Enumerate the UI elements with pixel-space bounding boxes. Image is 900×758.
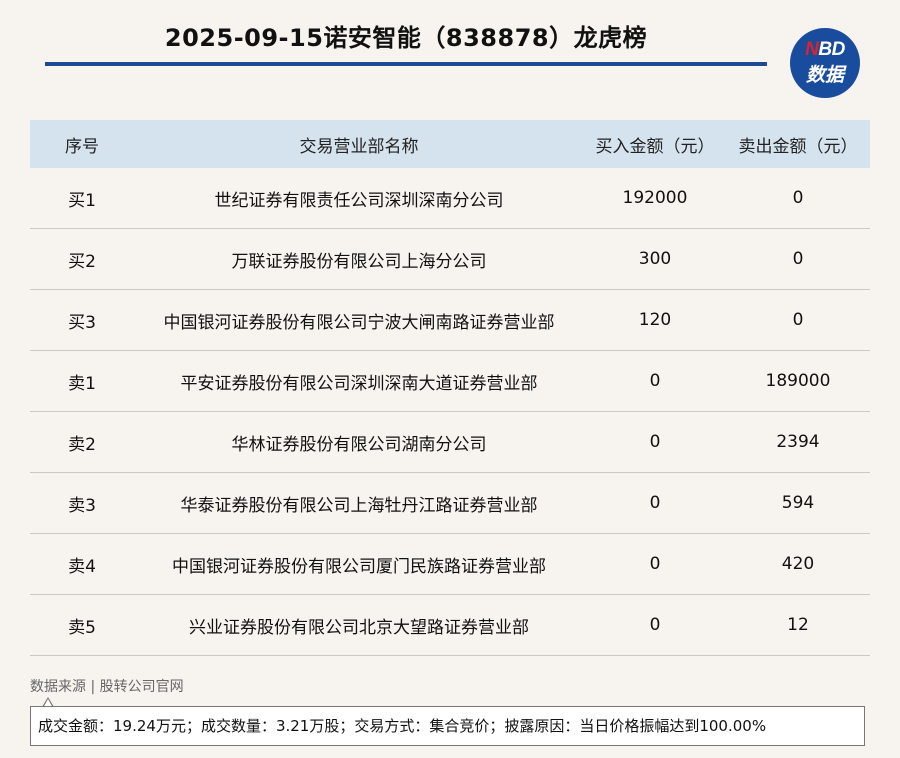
row-buy-amount: 0 — [584, 594, 726, 656]
title-underline — [45, 62, 767, 66]
trade-summary-note: 成交金额：19.24万元；成交数量：3.21万股；交易方式：集合竞价；披露原因：… — [30, 706, 865, 746]
row-branch-name: 世纪证券有限责任公司深圳深南分公司 — [134, 168, 584, 229]
row-buy-amount: 120 — [584, 289, 726, 351]
row-branch-name: 平安证券股份有限公司深圳深南大道证券营业部 — [134, 350, 584, 412]
logo-bottom-text: 数据 — [805, 65, 844, 86]
row-sell-amount: 0 — [726, 168, 870, 229]
row-index: 买2 — [30, 228, 134, 290]
row-sell-amount: 0 — [726, 289, 870, 351]
dragon-tiger-table: 序号 交易营业部名称 买入金额（元） 卖出金额（元） 买1 世纪证券有限责任公司… — [30, 120, 870, 656]
header-index: 序号 — [30, 120, 134, 168]
row-branch-name: 中国银河证券股份有限公司厦门民族路证券营业部 — [134, 533, 584, 595]
row-buy-amount: 0 — [584, 350, 726, 412]
data-source-label: 数据来源 | 股转公司官网 — [30, 679, 184, 695]
table-row: 卖2 华林证券股份有限公司湖南分公司 0 2394 — [30, 411, 870, 473]
row-index: 买1 — [30, 168, 134, 229]
row-branch-name: 兴业证券股份有限公司北京大望路证券营业部 — [134, 594, 584, 656]
row-buy-amount: 0 — [584, 533, 726, 595]
row-branch-name: 华泰证券股份有限公司上海牡丹江路证券营业部 — [134, 472, 584, 534]
row-branch-name: 中国银河证券股份有限公司宁波大闸南路证券营业部 — [134, 289, 584, 351]
row-branch-name: 万联证券股份有限公司上海分公司 — [134, 228, 584, 290]
table-row: 卖1 平安证券股份有限公司深圳深南大道证券营业部 0 189000 — [30, 350, 870, 412]
table-row: 买2 万联证券股份有限公司上海分公司 300 0 — [30, 228, 870, 290]
header-buy-amount: 买入金额（元） — [584, 120, 726, 168]
row-sell-amount: 594 — [726, 472, 870, 534]
row-buy-amount: 0 — [584, 411, 726, 473]
row-index: 卖4 — [30, 533, 134, 595]
header-branch-name: 交易营业部名称 — [134, 120, 584, 168]
row-sell-amount: 12 — [726, 594, 870, 656]
row-index: 卖1 — [30, 350, 134, 412]
row-sell-amount: 189000 — [726, 350, 870, 412]
table-row: 卖5 兴业证券股份有限公司北京大望路证券营业部 0 12 — [30, 594, 870, 656]
row-index: 买3 — [30, 289, 134, 351]
row-branch-name: 华林证券股份有限公司湖南分公司 — [134, 411, 584, 473]
row-sell-amount: 420 — [726, 533, 870, 595]
logo-top-text: NBD — [805, 39, 845, 60]
row-index: 卖5 — [30, 594, 134, 656]
row-sell-amount: 0 — [726, 228, 870, 290]
row-index: 卖3 — [30, 472, 134, 534]
page-title: 2025-09-15诺安智能（838878）龙虎榜 — [164, 24, 648, 52]
table-row: 卖4 中国银河证券股份有限公司厦门民族路证券营业部 0 420 — [30, 533, 870, 595]
table-row: 买3 中国银河证券股份有限公司宁波大闸南路证券营业部 120 0 — [30, 289, 870, 351]
table-row: 买1 世纪证券有限责任公司深圳深南分公司 192000 0 — [30, 168, 870, 229]
row-buy-amount: 192000 — [584, 168, 726, 229]
row-buy-amount: 0 — [584, 472, 726, 534]
row-index: 卖2 — [30, 411, 134, 473]
table-header-row: 序号 交易营业部名称 买入金额（元） 卖出金额（元） — [30, 120, 870, 168]
header-sell-amount: 卖出金额（元） — [726, 120, 870, 168]
row-sell-amount: 2394 — [726, 411, 870, 473]
nbd-logo: NBD 数据 — [790, 28, 860, 98]
table-row: 卖3 华泰证券股份有限公司上海牡丹江路证券营业部 0 594 — [30, 472, 870, 534]
row-buy-amount: 300 — [584, 228, 726, 290]
